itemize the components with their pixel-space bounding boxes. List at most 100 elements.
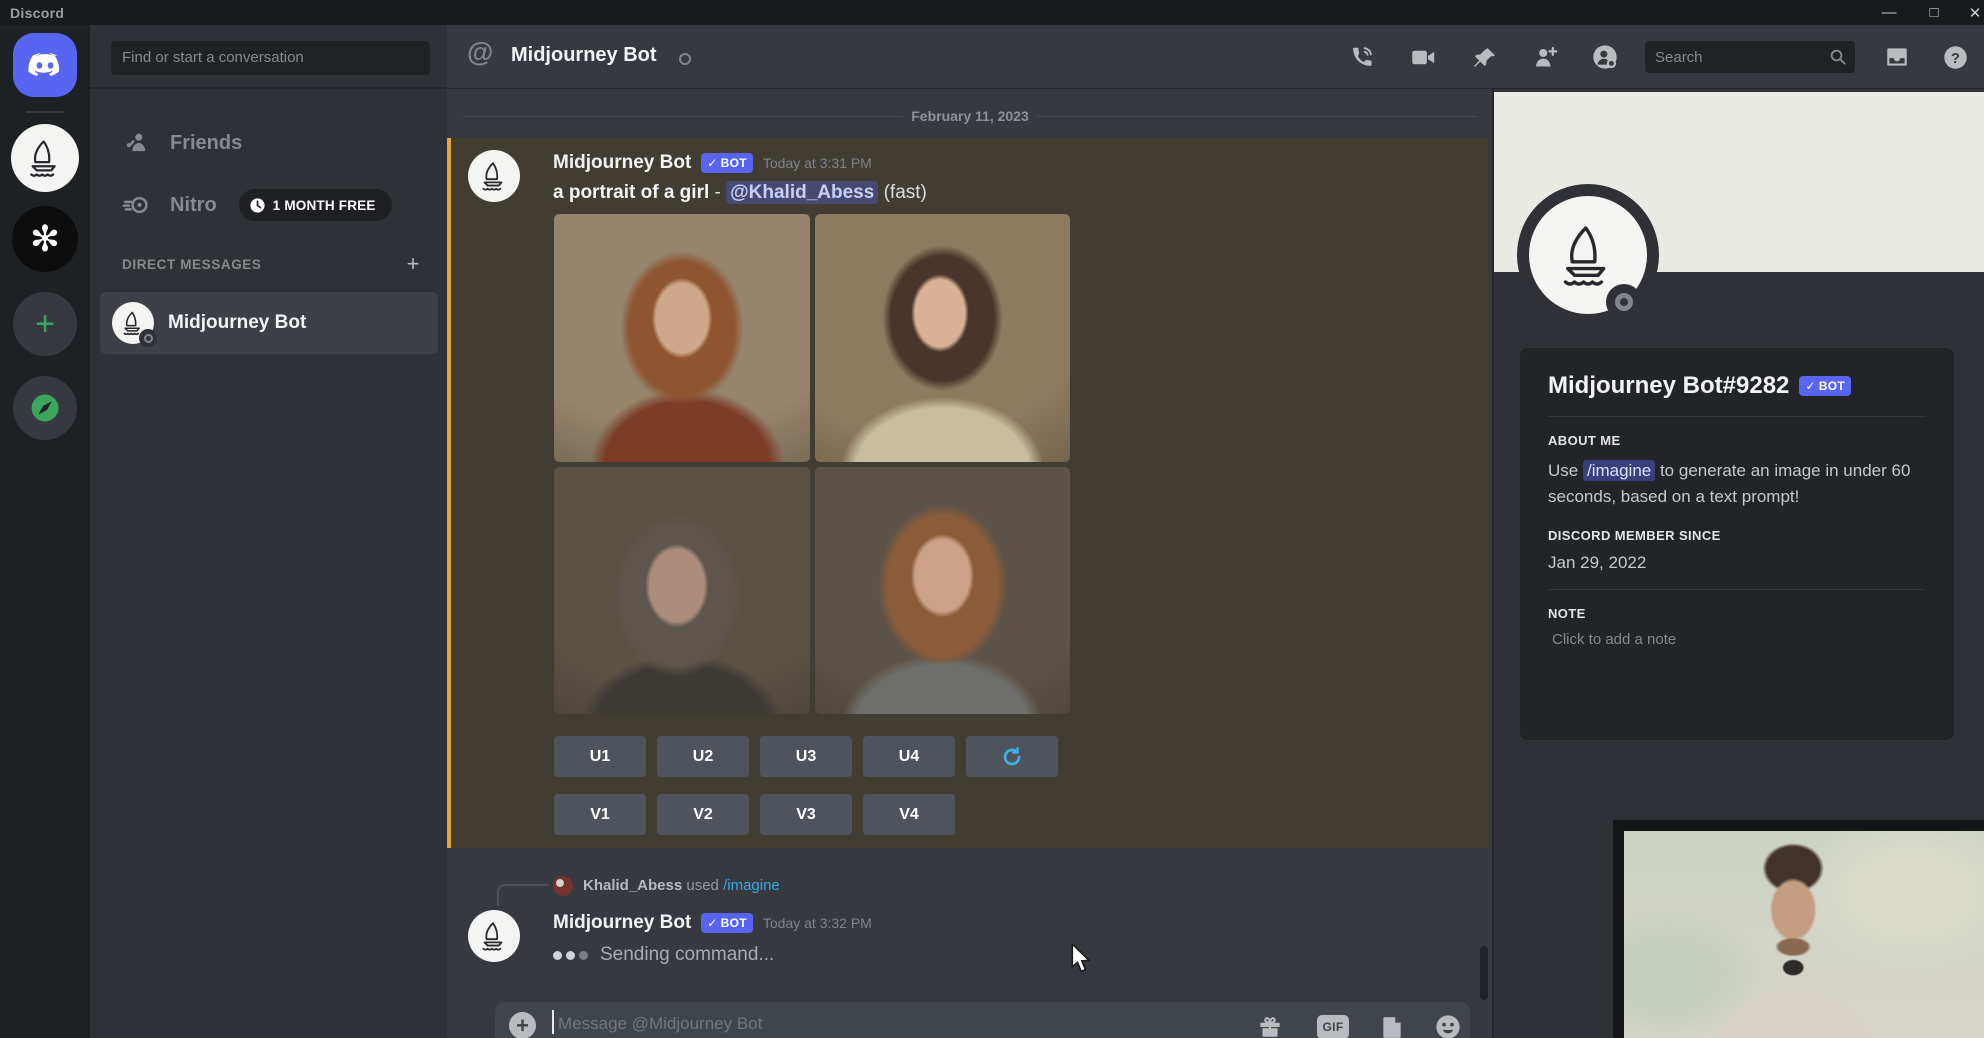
add-friend-icon[interactable] — [1531, 43, 1559, 71]
date-divider-label: February 11, 2023 — [911, 108, 1029, 124]
dm-item-midjourney-bot[interactable]: Midjourney Bot — [100, 292, 438, 354]
offline-status-dot — [139, 329, 157, 347]
clock-icon — [249, 197, 266, 214]
generated-image-3[interactable] — [554, 467, 810, 715]
generated-image-2[interactable] — [815, 214, 1071, 462]
pin-icon[interactable] — [1471, 43, 1499, 71]
rail-divider — [26, 111, 64, 113]
video-call-icon[interactable] — [1409, 43, 1437, 71]
variation-button-v3[interactable]: V3 — [760, 794, 852, 835]
maximize-button[interactable]: □ — [1917, 0, 1951, 25]
generated-image-4[interactable] — [815, 467, 1071, 715]
discord-home-button[interactable] — [13, 33, 77, 97]
help-icon[interactable]: ? — [1941, 43, 1969, 71]
sticker-icon[interactable] — [1377, 1012, 1407, 1038]
prompt-text: a portrait of a girl — [553, 182, 709, 203]
reply-user-avatar[interactable] — [553, 876, 573, 896]
message-input-placeholder[interactable]: Message @Midjourney Bot — [558, 1014, 762, 1034]
sidebar-item-friends[interactable]: Friends — [104, 120, 439, 166]
friends-label: Friends — [170, 132, 242, 155]
message-midjourney-grid: Midjourney Bot ✓ BOT Today at 3:31 PM a … — [447, 138, 1489, 848]
reroll-button[interactable] — [966, 736, 1058, 777]
nitro-label: Nitro — [170, 194, 217, 217]
reply-action: used — [682, 877, 723, 894]
about-me-heading: ABOUT ME — [1548, 433, 1926, 448]
message-input-bar[interactable]: + Message @Midjourney Bot GIF — [495, 1002, 1470, 1038]
member-since-value: Jan 29, 2022 — [1548, 553, 1926, 573]
variation-button-v1[interactable]: V1 — [554, 794, 646, 835]
bot-badge-check: ✓ — [707, 916, 717, 930]
sidebar-item-nitro[interactable]: Nitro 1 MONTH FREE — [104, 182, 439, 228]
nitro-badge-text: 1 MONTH FREE — [273, 198, 376, 213]
upscale-button-u1[interactable]: U1 — [554, 736, 646, 777]
voice-call-icon[interactable] — [1347, 43, 1375, 71]
prompt-separator: - — [709, 182, 726, 203]
create-dm-button[interactable]: + — [400, 251, 426, 277]
about-me-text: Use /imagine to generate an image in und… — [1548, 458, 1926, 510]
bot-badge-check: ✓ — [1805, 379, 1815, 393]
note-heading: NOTE — [1548, 606, 1926, 621]
typing-indicator-icon — [553, 951, 588, 960]
sailboat-icon — [23, 136, 67, 180]
chatgpt-server-button[interactable]: ✻ — [12, 206, 78, 272]
inbox-icon[interactable] — [1883, 43, 1911, 71]
member-profile-icon[interactable] — [1591, 43, 1619, 71]
sailboat-icon — [477, 919, 511, 953]
discord-logo-icon — [27, 52, 63, 79]
user-mention[interactable]: @Khalid_Abess — [726, 181, 878, 204]
plus-icon: + — [35, 305, 55, 344]
chat-scrollbar-thumb[interactable] — [1480, 946, 1488, 1000]
message-avatar[interactable] — [468, 150, 520, 202]
server-rail: ✻ + — [0, 25, 90, 1038]
member-since-heading: DISCORD MEMBER SINCE — [1548, 528, 1926, 543]
explore-servers-button[interactable] — [13, 376, 77, 440]
header-search-placeholder: Search — [1655, 49, 1829, 66]
message-list: February 11, 2023 Midjourney Bot ✓ BOT T… — [447, 88, 1492, 1038]
gif-label: GIF — [1323, 1020, 1344, 1034]
upscale-button-u2[interactable]: U2 — [657, 736, 749, 777]
message-author[interactable]: Midjourney Bot — [553, 912, 691, 934]
imagine-command-chip[interactable]: /imagine — [1583, 460, 1655, 481]
message-avatar[interactable] — [468, 910, 520, 962]
gift-icon[interactable] — [1255, 1012, 1285, 1038]
card-divider — [1548, 589, 1926, 590]
mention-highlight-bar — [447, 138, 451, 848]
reply-context[interactable]: Khalid_Abess used /imagine — [583, 877, 780, 894]
generated-image-1[interactable] — [554, 214, 810, 462]
profile-offline-status-icon — [1606, 284, 1642, 320]
attach-file-button[interactable]: + — [509, 1012, 536, 1038]
nitro-icon — [122, 190, 152, 220]
message-author[interactable]: Midjourney Bot — [553, 152, 691, 174]
gif-picker-button[interactable]: GIF — [1317, 1015, 1349, 1038]
variation-button-v2[interactable]: V2 — [657, 794, 749, 835]
note-input[interactable]: Click to add a note — [1548, 631, 1926, 648]
profile-username: Midjourney Bot#9282 — [1548, 372, 1789, 400]
slash-command-link[interactable]: /imagine — [723, 877, 780, 894]
add-server-button[interactable]: + — [13, 292, 77, 356]
webcam-overlay — [1613, 820, 1984, 1038]
variation-button-v4[interactable]: V4 — [863, 794, 955, 835]
upscale-button-u4[interactable]: U4 — [863, 736, 955, 777]
mouse-cursor — [1068, 944, 1094, 974]
close-button[interactable]: ✕ — [1958, 0, 1984, 25]
conversation-search-input[interactable]: Find or start a conversation — [111, 41, 430, 75]
nitro-promo-badge: 1 MONTH FREE — [239, 189, 392, 221]
dm-item-label: Midjourney Bot — [168, 312, 306, 334]
bot-badge: ✓ BOT — [701, 913, 753, 933]
date-divider: February 11, 2023 — [463, 108, 1477, 124]
minimize-button[interactable]: — — [1872, 0, 1906, 25]
sidebar-separator — [90, 87, 447, 89]
upscale-button-u3[interactable]: U3 — [760, 736, 852, 777]
midjourney-server-button[interactable] — [11, 124, 79, 192]
window-title: Discord — [10, 5, 64, 21]
reply-author[interactable]: Khalid_Abess — [583, 877, 682, 894]
search-icon — [1829, 48, 1847, 66]
sending-command-row: Sending command... — [553, 944, 774, 966]
chat-header: @ Midjourney Bot Search ? — [447, 25, 1984, 88]
bot-badge-check: ✓ — [707, 156, 717, 170]
prompt-suffix: (fast) — [878, 182, 927, 203]
bot-badge-label: BOT — [721, 916, 747, 930]
header-search-input[interactable]: Search — [1645, 41, 1855, 73]
sailboat-icon — [1552, 219, 1624, 291]
emoji-picker-icon[interactable] — [1433, 1012, 1463, 1038]
